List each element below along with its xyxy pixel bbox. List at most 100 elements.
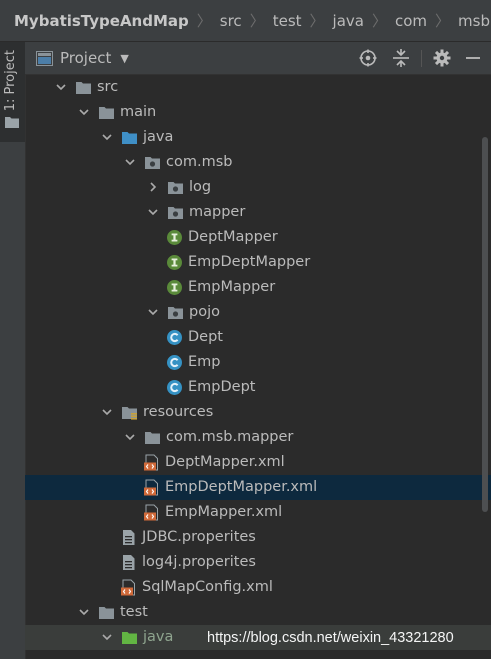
collapse-all-icon[interactable] (392, 49, 410, 67)
package-icon (168, 207, 183, 219)
chevron-down-icon[interactable] (78, 106, 90, 118)
tree-row[interactable]: pojo (25, 300, 491, 325)
tree-item-label: java (143, 129, 174, 145)
tree-row[interactable]: test (25, 600, 491, 625)
tree-row[interactable]: DeptMapper (25, 225, 491, 250)
xml-file-icon (121, 579, 135, 596)
chevron-down-icon[interactable] (55, 81, 67, 93)
folder-icon (5, 117, 19, 128)
tree-item-label: Emp (188, 354, 221, 370)
tree-row[interactable]: EmpMapper (25, 275, 491, 300)
breadcrumb-item[interactable]: java (333, 12, 364, 30)
breadcrumb: MybatisTypeAndMap〉src〉test〉java〉com〉msb〉… (0, 0, 491, 42)
tree-row[interactable]: log4j.properites (25, 550, 491, 575)
tree-row[interactable]: EmpMapper.xml (25, 500, 491, 525)
tree-item-label: com.msb (166, 154, 233, 170)
tree-item-label: DeptMapper.xml (165, 454, 285, 470)
tree-item-label: SqlMapConfig.xml (142, 579, 273, 595)
tree-row[interactable]: log (25, 175, 491, 200)
tree-row[interactable]: SqlMapConfig.xml (25, 575, 491, 600)
gear-icon[interactable] (433, 49, 451, 67)
breadcrumb-separator: 〉 (249, 12, 265, 30)
breadcrumb-separator: 〉 (371, 12, 387, 30)
tree-row[interactable]: Emp (25, 350, 491, 375)
package-icon (145, 157, 160, 169)
tree-item-label: EmpDept (188, 379, 256, 395)
tree-item-label: JDBC.properites (142, 529, 256, 545)
tree-row[interactable]: DeptMapper.xml (25, 450, 491, 475)
tree-item-label: EmpMapper (188, 279, 276, 295)
folder-icon (99, 107, 114, 119)
project-panel-header: Project ▼ (25, 42, 491, 75)
breadcrumb-item[interactable]: msb (458, 12, 490, 30)
xml-file-icon (144, 479, 158, 496)
project-tree: src main java com.msb log mapper DeptMapper Emp… (25, 75, 491, 659)
class-icon (167, 380, 182, 395)
tree-item-label: log4j.properites (142, 554, 256, 570)
package-icon (168, 307, 183, 319)
tool-window-strip: 1: Project (0, 42, 26, 659)
tree-row[interactable]: EmpDeptMapper (25, 250, 491, 275)
tree-item-label: log (189, 179, 212, 195)
vertical-scrollbar[interactable] (482, 137, 488, 512)
folder-icon (145, 432, 160, 444)
chevron-down-icon[interactable] (101, 406, 113, 418)
chevron-down-icon[interactable] (147, 206, 159, 218)
tree-item-label: src (97, 79, 119, 95)
text-file-icon (123, 530, 135, 545)
tree-row[interactable]: EmpDept (25, 375, 491, 400)
tree-row[interactable]: com.msb (25, 150, 491, 175)
class-icon (167, 330, 182, 345)
breadcrumb-item[interactable]: com (395, 12, 427, 30)
project-window-icon (36, 50, 53, 66)
tree-row[interactable]: EmpDeptMapper.xml (25, 475, 491, 500)
tree-item-label: com.msb.mapper (166, 429, 294, 445)
header-divider (421, 50, 422, 67)
tree-row[interactable]: src (25, 75, 491, 100)
tree-item-label: java (143, 629, 174, 645)
locate-target-icon[interactable] (359, 49, 377, 67)
tree-item-label: mapper (189, 204, 246, 220)
breadcrumb-separator: 〉 (435, 12, 451, 30)
tree-row[interactable]: JDBC.properites (25, 525, 491, 550)
xml-file-icon (144, 504, 158, 521)
project-view-selector[interactable]: Project ▼ (36, 42, 129, 74)
chevron-down-icon[interactable] (124, 431, 136, 443)
tree-row[interactable]: java (25, 125, 491, 150)
breadcrumb-item[interactable]: MybatisTypeAndMap (14, 12, 189, 30)
chevron-down-icon[interactable] (147, 306, 159, 318)
tree-row[interactable]: mapper (25, 200, 491, 225)
folder-icon (76, 82, 91, 94)
chevron-down-icon[interactable] (101, 131, 113, 143)
chevron-down-icon[interactable] (124, 156, 136, 168)
project-tool-tab[interactable]: 1: Project (0, 42, 25, 142)
tree-item-label: pojo (189, 304, 220, 320)
tree-item-label: resources (143, 404, 214, 420)
chevron-down-icon[interactable] (101, 631, 113, 643)
tree-row[interactable]: com.msb.mapper (25, 425, 491, 450)
minimize-icon[interactable] (464, 49, 482, 67)
tree-item-label: EmpDeptMapper (188, 254, 311, 270)
breadcrumb-item[interactable]: test (273, 12, 302, 30)
tree-item-label: Dept (188, 329, 223, 345)
tree-row[interactable]: resources (25, 400, 491, 425)
tree-item-label: DeptMapper (188, 229, 278, 245)
watermark-text: https://blog.csdn.net/weixin_43321280 (207, 630, 454, 646)
tree-row[interactable]: Dept (25, 325, 491, 350)
interface-icon (167, 230, 182, 245)
interface-icon (167, 280, 182, 295)
text-file-icon (123, 555, 135, 570)
breadcrumb-item[interactable]: src (220, 12, 242, 30)
test-source-folder-icon (122, 632, 137, 644)
tree-item-label: main (120, 104, 157, 120)
source-folder-icon (122, 132, 137, 144)
tree-item-label: EmpDeptMapper.xml (165, 479, 318, 495)
chevron-down-icon[interactable]: ▼ (120, 52, 128, 65)
chevron-right-icon[interactable] (147, 181, 159, 193)
folder-icon (99, 607, 114, 619)
tree-row[interactable]: main (25, 100, 491, 125)
breadcrumb-separator: 〉 (309, 12, 325, 30)
package-icon (168, 182, 183, 194)
chevron-down-icon[interactable] (78, 606, 90, 618)
tree-item-label: test (120, 604, 148, 620)
